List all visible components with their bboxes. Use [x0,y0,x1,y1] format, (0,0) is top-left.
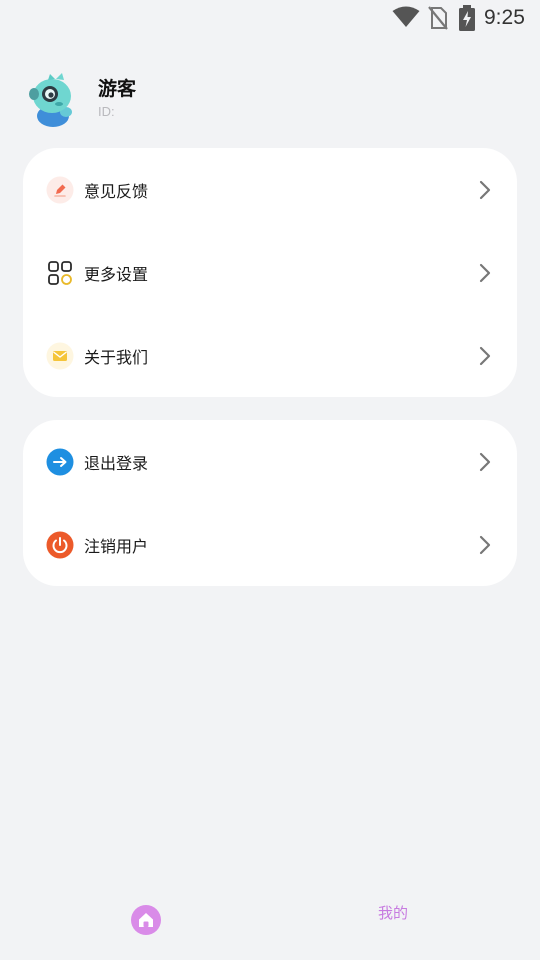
status-bar: 9:25 [0,0,540,36]
about-us-row[interactable]: 关于我们 [23,314,517,397]
chevron-right-icon [479,346,491,366]
about-us-label: 关于我们 [84,348,149,367]
account-menu-card: 退出登录 注销用户 [23,420,517,586]
logout-row[interactable]: 退出登录 [23,420,517,503]
logout-label: 退出登录 [84,454,149,473]
tab-mine[interactable]: 我的 [368,902,418,926]
avatar[interactable] [26,70,82,128]
settings-menu-card: 意见反馈 更多设置 关于我们 [23,148,517,397]
chevron-right-icon [479,452,491,472]
feedback-label: 意见反馈 [84,182,149,201]
grid-settings-icon [48,261,72,285]
status-time: 9:25 [484,6,525,29]
user-id-label: ID: [98,104,115,119]
more-settings-row[interactable]: 更多设置 [23,231,517,314]
home-icon[interactable] [130,904,162,936]
chevron-right-icon [479,180,491,200]
no-sim-icon [428,6,448,30]
battery-charging-icon [459,5,475,31]
profile-screen: 9:25 游客 ID: 意见反馈 更多设置 关于我们 退出登录 注销用户 我的 [0,0,540,960]
more-settings-label: 更多设置 [84,265,149,284]
chevron-right-icon [479,263,491,283]
wifi-icon [392,6,420,27]
user-profile[interactable]: 游客 ID: [26,68,506,132]
chevron-right-icon [479,535,491,555]
feedback-row[interactable]: 意见反馈 [23,148,517,231]
bottom-navigation: 我的 [0,880,540,960]
deactivate-account-label: 注销用户 [84,537,149,556]
mail-icon [46,342,74,370]
power-icon [46,531,74,559]
deactivate-account-row[interactable]: 注销用户 [23,503,517,586]
logout-arrow-icon [46,448,74,476]
username: 游客 [98,78,137,100]
feedback-pen-icon [46,176,74,204]
